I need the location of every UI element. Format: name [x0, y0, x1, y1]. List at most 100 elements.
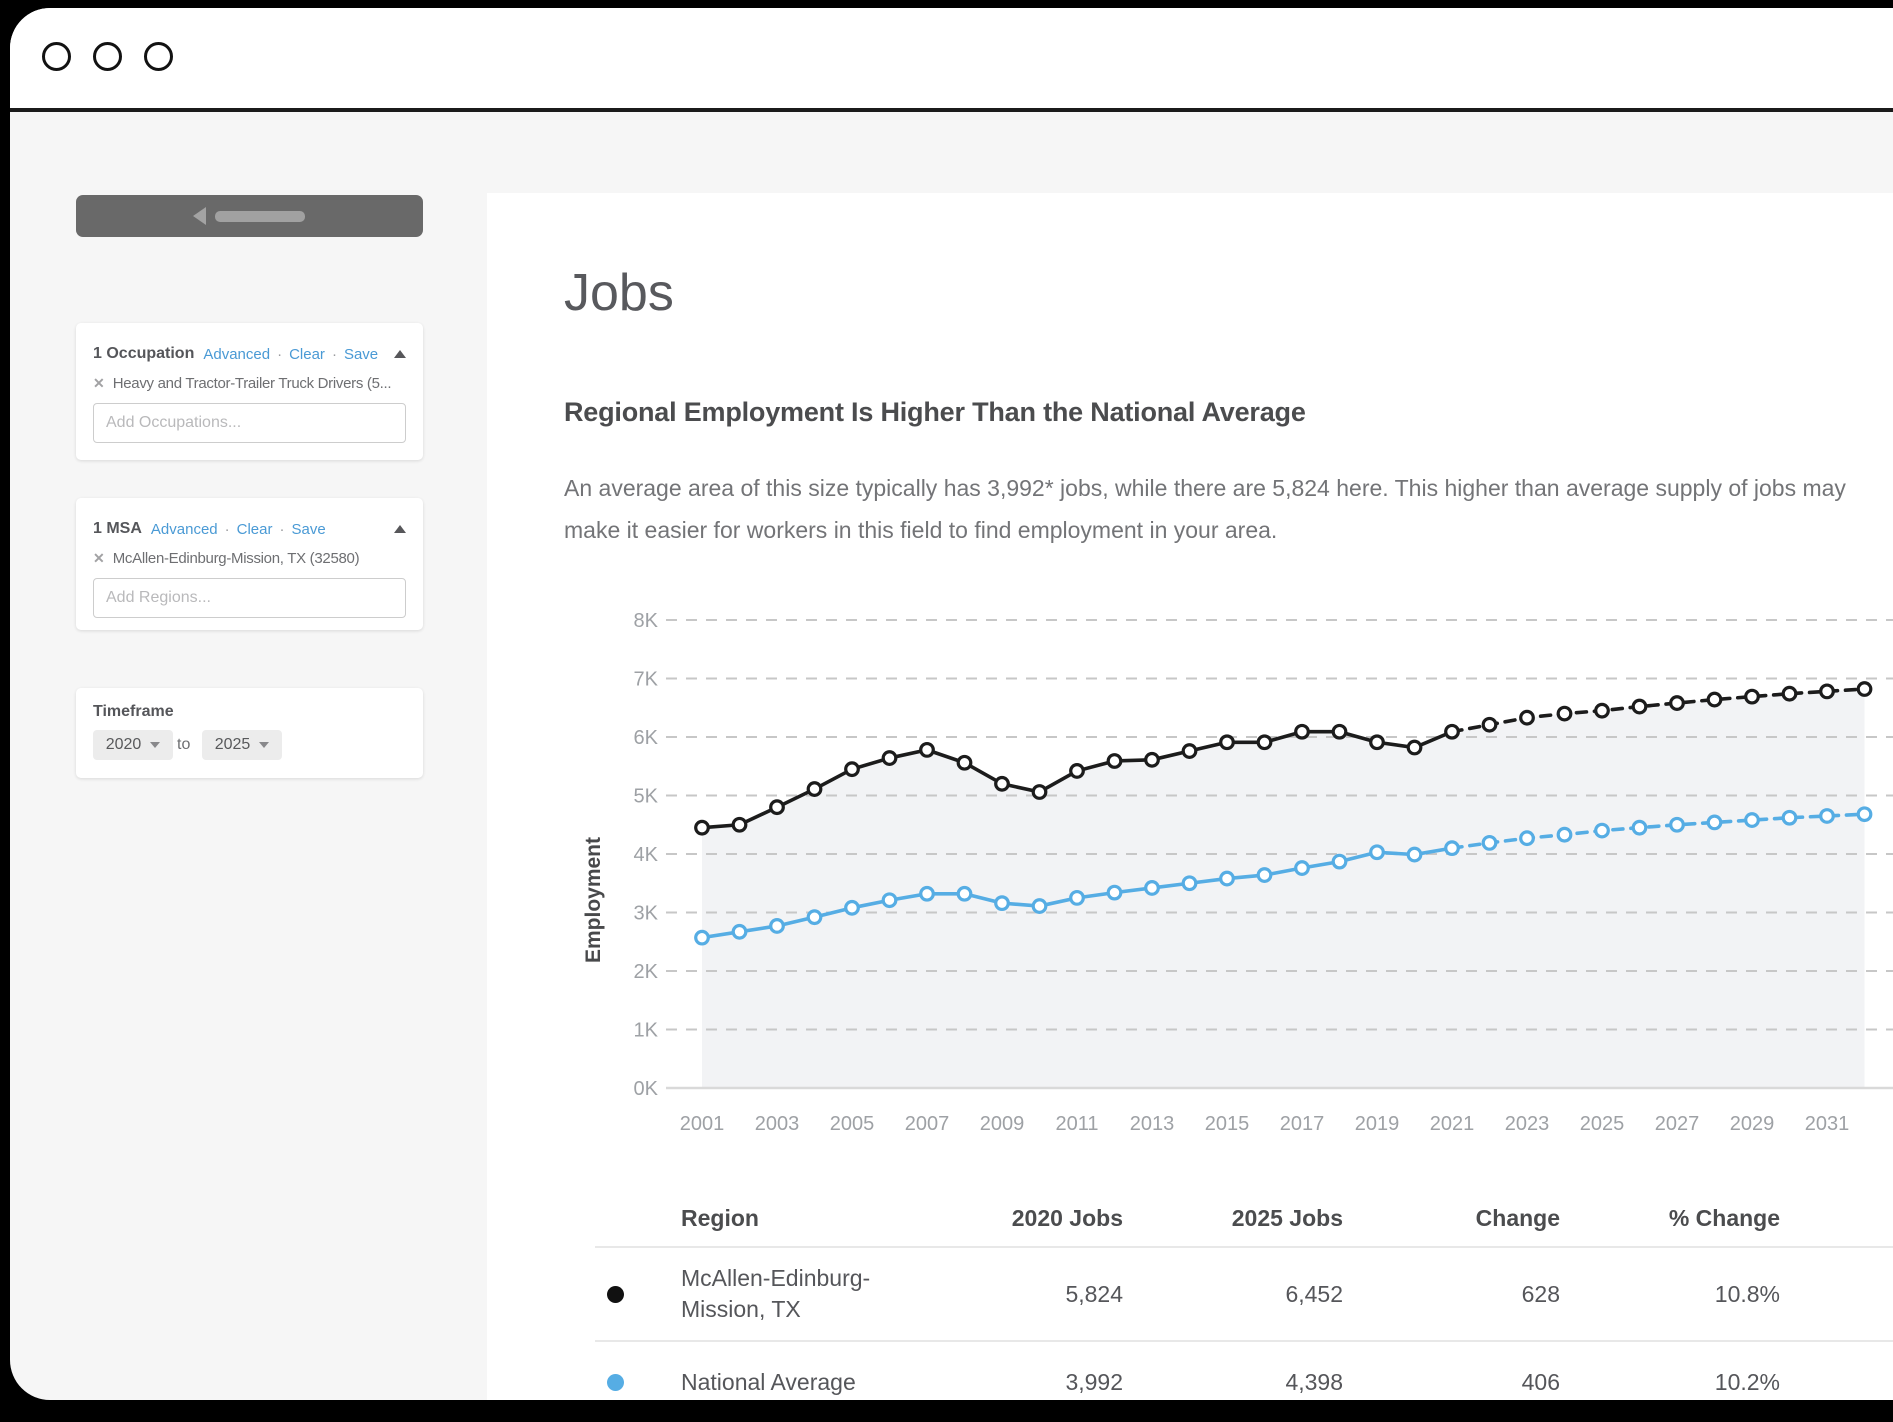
summary-paragraph: An average area of this size typically h… [564, 467, 1893, 551]
timeframe-to-text: to [177, 736, 190, 754]
separator: · [279, 521, 284, 538]
svg-text:1K: 1K [634, 1020, 659, 1042]
filter-count-label: 1 Occupation [93, 345, 194, 363]
svg-text:6K: 6K [634, 727, 659, 749]
table-cell: 3,992 [925, 1342, 1131, 1400]
window-controls [42, 42, 173, 71]
occupation-filter-card: 1 Occupation Advanced · Clear · Save ✕ H… [76, 323, 423, 460]
window-control-icon[interactable] [42, 42, 71, 71]
table-cell-region: National Average [635, 1342, 925, 1400]
sidebar-collapse-button[interactable] [76, 195, 423, 237]
clear-link[interactable]: Clear [289, 346, 325, 363]
table-cell-filler [1788, 1342, 1893, 1400]
table-header-region: Region [635, 1190, 925, 1248]
timeframe-to-value: 2025 [215, 736, 251, 754]
advanced-link[interactable]: Advanced [203, 346, 270, 363]
timeframe-from-value: 2020 [106, 736, 142, 754]
table-cell: 10.8% [1568, 1248, 1788, 1342]
svg-text:2027: 2027 [1655, 1113, 1700, 1135]
svg-text:2021: 2021 [1430, 1113, 1475, 1135]
separator: · [332, 346, 337, 363]
timeframe-card: Timeframe 2020 to 2025 [76, 688, 423, 778]
window-control-icon[interactable] [144, 42, 173, 71]
svg-text:2007: 2007 [905, 1113, 950, 1135]
svg-text:2001: 2001 [680, 1113, 725, 1135]
table-cell: 6,452 [1131, 1248, 1351, 1342]
collapse-icon[interactable] [394, 525, 406, 533]
svg-text:2025: 2025 [1580, 1113, 1625, 1135]
svg-text:2011: 2011 [1055, 1113, 1098, 1135]
svg-text:2005: 2005 [830, 1113, 875, 1135]
svg-text:2K: 2K [634, 961, 659, 983]
save-link[interactable]: Save [291, 521, 325, 538]
table-row-dot-cell [595, 1342, 635, 1400]
main-panel: Jobs Regional Employment Is Higher Than … [487, 193, 1893, 1400]
svg-text:4K: 4K [634, 844, 659, 866]
remove-tag-icon[interactable]: ✕ [93, 375, 105, 392]
table-header: 2020 Jobs [925, 1190, 1131, 1248]
employment-chart-container: 0K 1K 2K 3K 4K 5K 6K 7K 8K 2001 2003 2005 2007 2009 20… [570, 598, 1893, 1143]
timeframe-from-select[interactable]: 2020 [93, 730, 173, 760]
chevron-down-icon [150, 742, 160, 748]
chevron-down-icon [259, 742, 269, 748]
paragraph-line: An average area of this size typically h… [564, 467, 1893, 509]
occupation-filter-header: 1 Occupation Advanced · Clear · Save [93, 343, 411, 365]
jobs-table: Region2020 Jobs2025 JobsChange% Change Mc… [595, 1190, 1893, 1400]
svg-text:2029: 2029 [1730, 1113, 1775, 1135]
series-dot [607, 1286, 624, 1303]
svg-text:2015: 2015 [1205, 1113, 1250, 1135]
svg-text:2013: 2013 [1130, 1113, 1175, 1135]
titlebar [10, 8, 1893, 112]
table-cell-filler [1788, 1248, 1893, 1342]
table-cell: 5,824 [925, 1248, 1131, 1342]
svg-text:2031: 2031 [1805, 1113, 1850, 1135]
svg-text:8K: 8K [634, 610, 659, 632]
table-cell-region: McAllen-Edinburg-Mission, TX [635, 1248, 925, 1342]
table-cell: 628 [1351, 1248, 1568, 1342]
svg-text:7K: 7K [634, 669, 659, 691]
table-header-dot-spacer [595, 1190, 635, 1248]
table-cell: 10.2% [1568, 1342, 1788, 1400]
table-header: % Change [1568, 1190, 1788, 1248]
msa-filter-header: 1 MSA Advanced · Clear · Save [93, 518, 411, 540]
button-label-placeholder [215, 211, 305, 222]
employment-chart: 0K 1K 2K 3K 4K 5K 6K 7K 8K 2001 2003 2005 2007 2009 20… [570, 598, 1893, 1143]
paragraph-line: make it easier for workers in this field… [564, 509, 1893, 551]
section-heading: Regional Employment Is Higher Than the N… [564, 397, 1306, 428]
filter-count-label: 1 MSA [93, 520, 142, 538]
clear-link[interactable]: Clear [237, 521, 273, 538]
timeframe-label: Timeframe [93, 703, 174, 721]
separator: · [225, 521, 230, 538]
table-cell: 4,398 [1131, 1342, 1351, 1400]
add-occupations-input[interactable] [93, 403, 406, 443]
separator: · [277, 346, 282, 363]
svg-text:Employment: Employment [582, 837, 605, 963]
table-header-filler [1788, 1190, 1893, 1248]
app-window: 1 Occupation Advanced · Clear · Save ✕ H… [10, 8, 1893, 1400]
msa-filter-card: 1 MSA Advanced · Clear · Save ✕ McAllen-… [76, 498, 423, 630]
collapse-icon[interactable] [394, 350, 406, 358]
filter-tag: ✕ McAllen-Edinburg-Mission, TX (32580) [93, 550, 413, 567]
svg-text:0K: 0K [634, 1078, 659, 1100]
svg-text:2003: 2003 [755, 1113, 800, 1135]
filter-tag: ✕ Heavy and Tractor-Trailer Truck Driver… [93, 375, 413, 392]
timeframe-to-select[interactable]: 2025 [202, 730, 282, 760]
table-header: 2025 Jobs [1131, 1190, 1351, 1248]
svg-text:2017: 2017 [1280, 1113, 1325, 1135]
svg-text:2009: 2009 [980, 1113, 1025, 1135]
table-header: Change [1351, 1190, 1568, 1248]
window-control-icon[interactable] [93, 42, 122, 71]
add-regions-input[interactable] [93, 578, 406, 618]
svg-text:3K: 3K [634, 903, 659, 925]
table-cell: 406 [1351, 1342, 1568, 1400]
table-row-dot-cell [595, 1248, 635, 1342]
save-link[interactable]: Save [344, 346, 378, 363]
filter-tag-label: Heavy and Tractor-Trailer Truck Drivers … [113, 375, 392, 392]
advanced-link[interactable]: Advanced [151, 521, 218, 538]
series-dot [607, 1374, 624, 1391]
page-title: Jobs [564, 263, 674, 323]
back-arrow-icon [193, 207, 206, 225]
filter-tag-label: McAllen-Edinburg-Mission, TX (32580) [113, 550, 360, 567]
remove-tag-icon[interactable]: ✕ [93, 550, 105, 567]
svg-text:5K: 5K [634, 786, 659, 808]
